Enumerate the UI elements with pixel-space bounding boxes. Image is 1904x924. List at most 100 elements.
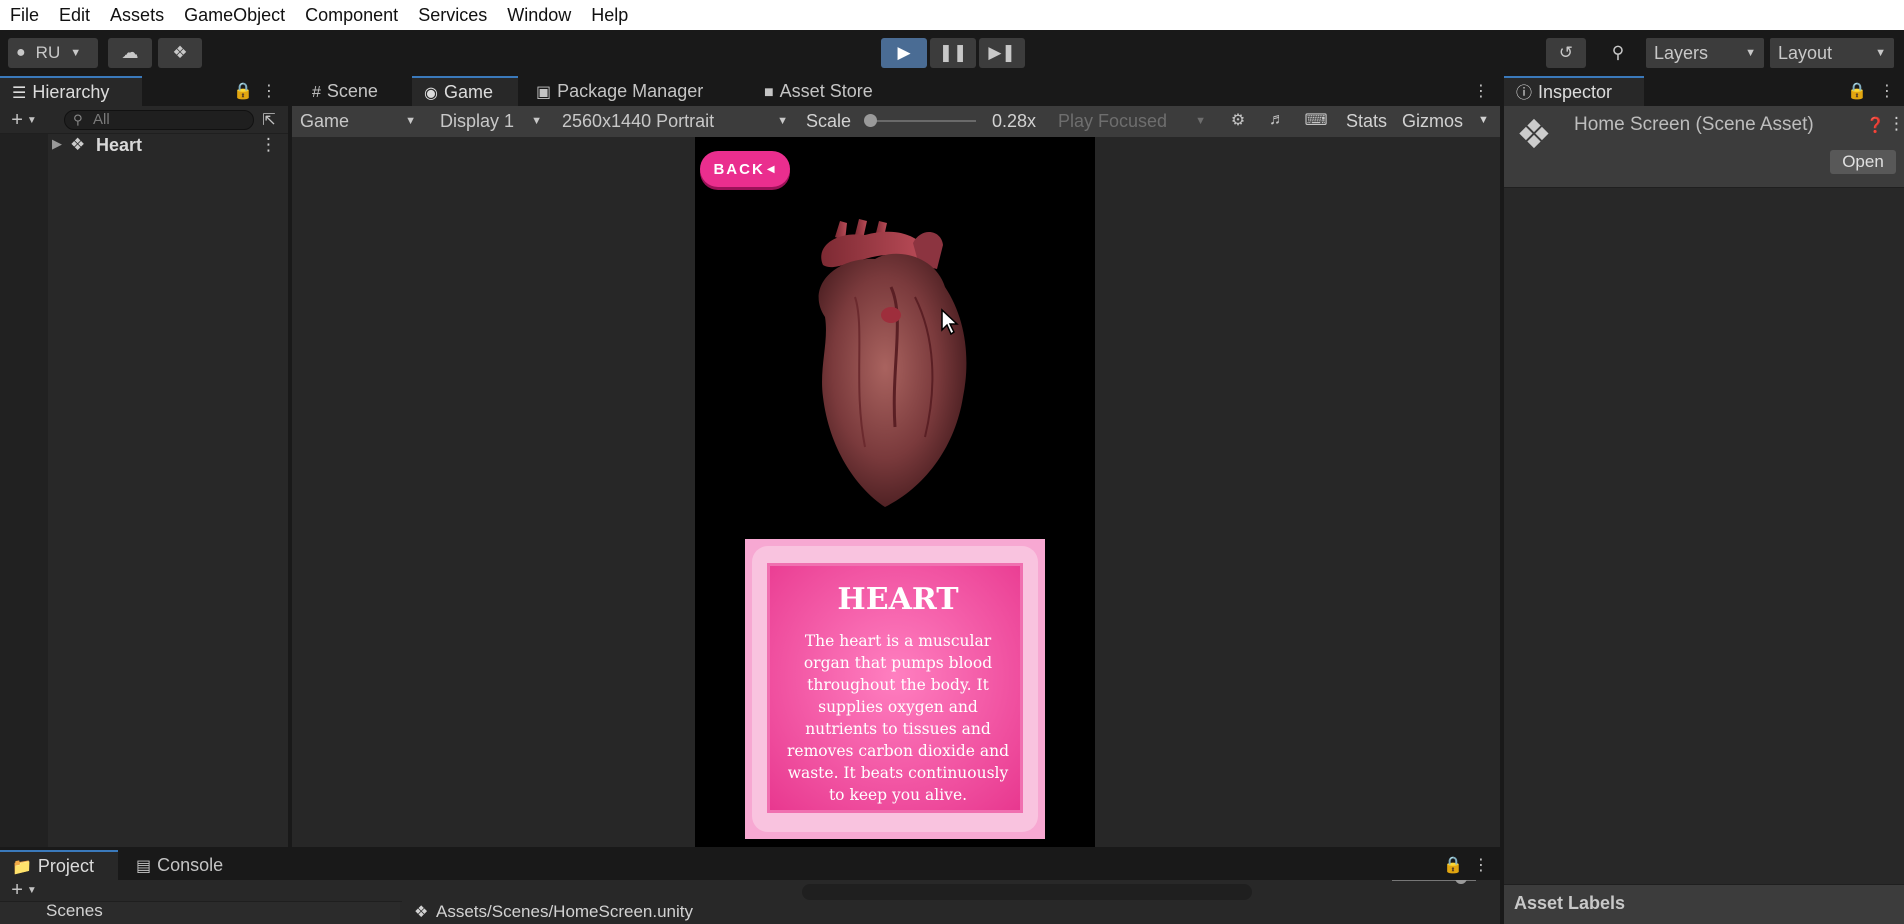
resolution-dropdown[interactable]: 2560x1440 Portrait ▼ bbox=[554, 106, 796, 136]
hierarchy-gutter bbox=[0, 134, 48, 847]
chevron-down-icon: ▼ bbox=[777, 115, 788, 127]
play-focused-label: Play Focused bbox=[1058, 111, 1168, 131]
debug-bug-icon[interactable]: ⚙ bbox=[1223, 108, 1253, 132]
info-card-title: HEART bbox=[837, 582, 959, 617]
lock-icon[interactable]: 🔒 bbox=[1438, 853, 1468, 877]
back-button[interactable]: BACK ◀ bbox=[700, 151, 790, 187]
tab-console[interactable]: ▤ Console bbox=[124, 850, 254, 880]
scene-file-icon: ❖ bbox=[414, 904, 429, 921]
menu-help[interactable]: Help bbox=[581, 0, 638, 30]
search-scene-icon[interactable]: ⇱ bbox=[256, 108, 282, 132]
game-frame[interactable]: BACK ◀ HEART The heart is a muscular org… bbox=[695, 137, 1095, 847]
info-card: HEART The heart is a muscular organ that… bbox=[745, 539, 1045, 839]
game-mode-label: Game bbox=[300, 111, 350, 131]
layers-label: Layers bbox=[1654, 43, 1709, 63]
resolution-label: 2560x1440 Portrait bbox=[562, 111, 715, 131]
menu-gameobject[interactable]: GameObject bbox=[174, 0, 295, 30]
project-folder-tree: Scenes bbox=[0, 901, 400, 924]
account-dropdown[interactable]: ● RU ▼ bbox=[8, 38, 98, 68]
menu-file[interactable]: File bbox=[0, 0, 49, 30]
history-button[interactable]: ↺ bbox=[1546, 38, 1586, 68]
gizmos-chevron-down-icon[interactable]: ▼ bbox=[1478, 114, 1489, 126]
history-icon: ↺ bbox=[1558, 43, 1574, 62]
tab-game[interactable]: ◉ Game bbox=[412, 76, 518, 106]
project-search-input[interactable] bbox=[802, 884, 1252, 900]
heart-model[interactable] bbox=[795, 217, 1015, 522]
hierarchy-panel: + ▼ ⚲ All ⇱ ▶ ❖ Heart ⋮ bbox=[0, 106, 288, 847]
pause-button[interactable]: ❚❚ bbox=[930, 38, 976, 68]
kebab-menu-icon[interactable]: ⋮ bbox=[1466, 853, 1496, 877]
tab-project[interactable]: 📁 Project bbox=[0, 850, 118, 880]
kebab-menu-icon[interactable]: ⋮ bbox=[1872, 79, 1902, 103]
layers-dropdown[interactable]: Layers ▼ bbox=[1646, 38, 1764, 68]
layout-label: Layout bbox=[1778, 43, 1833, 63]
zoom-slider-thumb[interactable] bbox=[1455, 880, 1467, 884]
menu-assets[interactable]: Assets bbox=[100, 0, 174, 30]
game-toolbar: Game ▼ Display 1 ▼ 2560x1440 Portrait ▼ … bbox=[292, 106, 1500, 137]
tab-project-label: Project bbox=[37, 856, 94, 876]
chevron-down-icon: ▼ bbox=[26, 884, 37, 896]
menu-component[interactable]: Component bbox=[295, 0, 408, 30]
add-button[interactable]: + ▼ bbox=[6, 880, 42, 902]
inspector-asset-header: ❖ Home Screen (Scene Asset) ❓ ⋮ Open bbox=[1504, 106, 1904, 188]
tab-scene[interactable]: # Scene bbox=[300, 76, 406, 106]
step-button[interactable]: ▶❚ bbox=[979, 38, 1025, 68]
hierarchy-row-heart[interactable]: ▶ ❖ Heart ⋮ bbox=[48, 134, 288, 158]
layout-dropdown[interactable]: Layout ▼ bbox=[1770, 38, 1894, 68]
lock-icon[interactable]: 🔒 bbox=[1842, 79, 1872, 103]
collab-button[interactable]: ❖ bbox=[158, 38, 202, 68]
game-mode-dropdown[interactable]: Game ▼ bbox=[292, 106, 424, 136]
display-dropdown[interactable]: Display 1 ▼ bbox=[428, 106, 550, 136]
chevron-down-icon: ▼ bbox=[1875, 47, 1886, 59]
kebab-menu-icon[interactable]: ⋮ bbox=[1466, 79, 1496, 103]
tab-inspector-label: Inspector bbox=[1538, 82, 1613, 102]
keyboard-icon[interactable]: ⌨ bbox=[1301, 108, 1331, 132]
hierarchy-search-input[interactable]: ⚲ All bbox=[64, 110, 254, 130]
inspector-asset-title: Home Screen (Scene Asset) bbox=[1574, 114, 1814, 135]
foldout-arrow-icon[interactable]: ▶ bbox=[52, 136, 62, 152]
menu-services[interactable]: Services bbox=[408, 0, 497, 30]
mouse-cursor-icon bbox=[941, 308, 959, 336]
scale-slider-track[interactable] bbox=[868, 120, 976, 122]
add-button[interactable]: + ▼ bbox=[6, 108, 42, 132]
play-icon: ▶ bbox=[897, 43, 911, 62]
menu-window[interactable]: Window bbox=[497, 0, 581, 30]
folder-item-scenes[interactable]: Scenes bbox=[46, 901, 103, 921]
kebab-menu-icon[interactable]: ⋮ bbox=[260, 135, 277, 155]
folder-icon: 📁 bbox=[12, 859, 32, 876]
cloud-button[interactable]: ☁ bbox=[108, 38, 152, 68]
grid-icon: # bbox=[312, 84, 321, 101]
gizmos-button[interactable]: Gizmos bbox=[1402, 111, 1463, 132]
help-icon[interactable]: ❓ bbox=[1866, 116, 1885, 134]
gamepad-icon: ◉ bbox=[424, 85, 438, 102]
tab-scene-label: Scene bbox=[326, 81, 378, 101]
tab-hierarchy[interactable]: ☰ Hierarchy bbox=[0, 76, 142, 106]
chevron-down-icon: ▼ bbox=[405, 115, 416, 127]
audio-icon[interactable]: ♬ bbox=[1262, 108, 1292, 132]
scale-slider-thumb[interactable] bbox=[864, 114, 877, 127]
tab-package-manager-label: Package Manager bbox=[557, 81, 704, 101]
play-button[interactable]: ▶ bbox=[881, 38, 927, 68]
tab-inspector[interactable]: ⓘ Inspector bbox=[1504, 76, 1644, 106]
hierarchy-item-heart: Heart bbox=[96, 135, 143, 155]
open-button[interactable]: Open bbox=[1830, 150, 1896, 174]
hierarchy-toolbar: + ▼ ⚲ All ⇱ bbox=[0, 106, 288, 134]
tab-package-manager[interactable]: ▣ Package Manager bbox=[524, 76, 746, 106]
menu-edit[interactable]: Edit bbox=[49, 0, 100, 30]
kebab-menu-icon[interactable]: ⋮ bbox=[1888, 114, 1904, 134]
display-label: Display 1 bbox=[440, 111, 515, 131]
search-button[interactable]: ⚲ bbox=[1598, 38, 1638, 68]
asset-labels-title[interactable]: Asset Labels bbox=[1514, 893, 1625, 914]
main-toolbar: ● RU ▼ ☁ ❖ ▶ ❚❚ ▶❚ ↺ ⚲ Layers ▼ Layout ▼ bbox=[0, 30, 1904, 76]
stats-button[interactable]: Stats bbox=[1346, 111, 1387, 132]
chevron-down-icon: ▼ bbox=[1195, 115, 1206, 127]
plus-icon: + bbox=[11, 108, 23, 131]
asset-labels-bar: Asset Labels bbox=[1504, 884, 1904, 924]
account-label: RU bbox=[35, 43, 61, 62]
menu-bar: File Edit Assets GameObject Component Se… bbox=[0, 0, 1904, 30]
kebab-menu-icon[interactable]: ⋮ bbox=[254, 79, 284, 103]
tab-asset-store[interactable]: ■ Asset Store bbox=[752, 76, 922, 106]
inspector-panel: ❖ Home Screen (Scene Asset) ❓ ⋮ Open Ass… bbox=[1504, 106, 1904, 924]
play-focused-dropdown[interactable]: Play Focused ▼ bbox=[1050, 106, 1214, 136]
info-card-body: HEART The heart is a muscular organ that… bbox=[767, 563, 1023, 813]
